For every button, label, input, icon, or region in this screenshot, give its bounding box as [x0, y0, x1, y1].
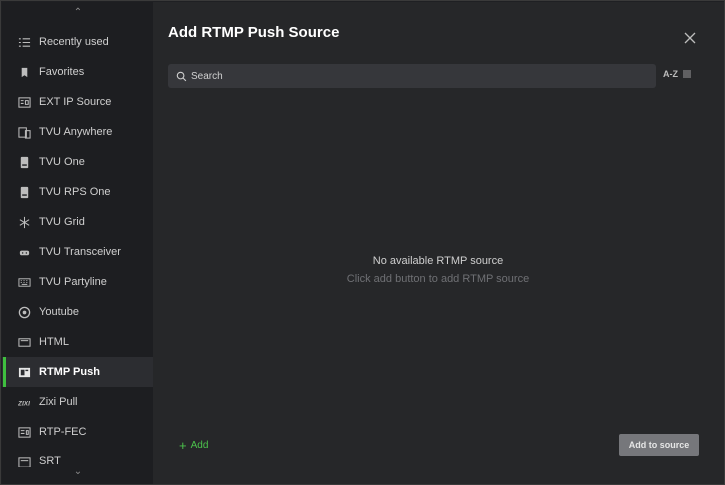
search-box[interactable]: [168, 64, 656, 88]
search-input[interactable]: [191, 70, 631, 82]
search-icon: [176, 71, 187, 81]
sidebar-item-label: TVU Anywhere: [39, 126, 113, 138]
grid-star-icon: [17, 215, 31, 229]
sidebar-item-tvu-partyline[interactable]: TVU Partyline: [2, 267, 153, 297]
zixi-icon: ZIXI: [17, 395, 31, 409]
sidebar-item-label: RTP-FEC: [39, 426, 87, 438]
plus-icon: +: [179, 437, 187, 453]
sort-toggle[interactable]: A-Z: [663, 69, 692, 79]
svg-text:ZIXI: ZIXI: [18, 400, 30, 407]
sidebar-item-label: TVU Partyline: [39, 276, 107, 288]
sidebar-item-label: EXT IP Source: [39, 96, 112, 108]
add-label: Add: [190, 440, 209, 451]
sidebar-item-label: SRT: [39, 455, 61, 467]
sidebar-item-label: TVU One: [39, 156, 85, 168]
dialog-panel: Add RTMP Push Source A-Z No available RT…: [153, 2, 724, 484]
sidebar-item-label: Favorites: [39, 66, 85, 78]
list-sort-icon: [683, 70, 691, 78]
empty-state-title: No available RTMP source: [372, 255, 504, 267]
rtmp-icon: [17, 365, 31, 379]
ext-ip-icon: [17, 95, 31, 109]
recent-list-icon: [17, 35, 31, 49]
transceiver-icon: [17, 245, 31, 259]
empty-state-subtitle: Click add button to add RTMP source: [346, 273, 530, 285]
dialog-title: Add RTMP Push Source: [168, 24, 340, 41]
sidebar-item-label: HTML: [39, 336, 69, 348]
sidebar-item-zixi-pull[interactable]: ZIXI Zixi Pull: [2, 387, 153, 417]
sidebar-item-label: TVU RPS One: [39, 186, 111, 198]
sidebar-item-srt[interactable]: SRT: [2, 447, 153, 467]
scroll-down-icon[interactable]: ⌄: [70, 465, 86, 479]
devices-icon: [17, 125, 31, 139]
close-icon: [684, 32, 696, 44]
sidebar-item-label: Zixi Pull: [39, 396, 78, 408]
sidebar-item-label: TVU Grid: [39, 216, 85, 228]
dialog-frame: ⌃ Recently used Favorites EXT IP Source: [0, 0, 725, 485]
sidebar-item-favorites[interactable]: Favorites: [2, 57, 153, 87]
sidebar-item-tvu-one[interactable]: TVU One: [2, 147, 153, 177]
sidebar-item-rtmp-push[interactable]: RTMP Push: [2, 357, 153, 387]
sidebar-item-label: Recently used: [39, 36, 109, 48]
add-to-source-button[interactable]: Add to source: [619, 434, 699, 456]
source-type-list: Recently used Favorites EXT IP Source TV…: [2, 27, 153, 467]
sidebar-item-label: Youtube: [39, 306, 79, 318]
sidebar-item-tvu-grid[interactable]: TVU Grid: [2, 207, 153, 237]
sidebar-item-rtp-fec[interactable]: RTP-FEC: [2, 417, 153, 447]
sidebar-item-recently-used[interactable]: Recently used: [2, 27, 153, 57]
youtube-icon: [17, 305, 31, 319]
sidebar-item-tvu-anywhere[interactable]: TVU Anywhere: [2, 117, 153, 147]
html-icon: [17, 335, 31, 349]
scroll-up-icon[interactable]: ⌃: [70, 6, 86, 20]
close-button[interactable]: [683, 31, 697, 45]
sidebar-item-ext-ip-source[interactable]: EXT IP Source: [2, 87, 153, 117]
sidebar-item-tvu-rps-one[interactable]: TVU RPS One: [2, 177, 153, 207]
tvu-one-icon: [17, 155, 31, 169]
sidebar-item-label: RTMP Push: [39, 366, 100, 378]
sidebar-item-html[interactable]: HTML: [2, 327, 153, 357]
tvu-rps-icon: [17, 185, 31, 199]
sidebar-item-tvu-transceiver[interactable]: TVU Transceiver: [2, 237, 153, 267]
bookmark-icon: [17, 65, 31, 79]
source-type-sidebar: ⌃ Recently used Favorites EXT IP Source: [2, 2, 153, 484]
sidebar-item-label: TVU Transceiver: [39, 246, 121, 258]
sidebar-item-youtube[interactable]: Youtube: [2, 297, 153, 327]
add-button[interactable]: + Add: [179, 437, 209, 453]
sort-label: A-Z: [663, 69, 678, 79]
srt-icon: [17, 455, 31, 467]
rtp-icon: [17, 425, 31, 439]
keyboard-icon: [17, 275, 31, 289]
